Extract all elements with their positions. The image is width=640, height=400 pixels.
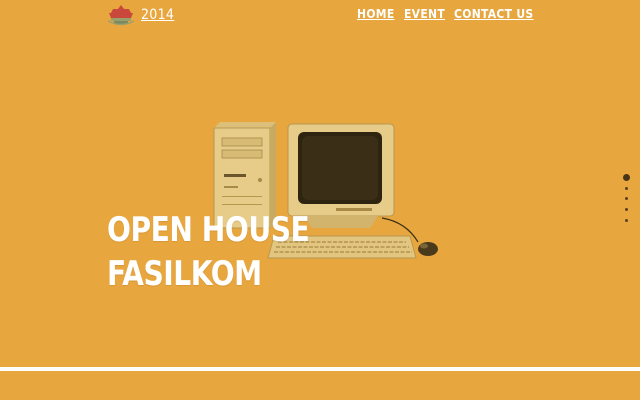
pager-dot-1[interactable]	[623, 174, 630, 181]
hero-title-line2: FASILKOM	[107, 254, 262, 294]
pager-dot-5[interactable]	[625, 219, 628, 222]
main-nav: HOME EVENT CONTACT US	[0, 7, 640, 27]
hero-title: OPEN HOUSE FASILKOM	[107, 208, 310, 296]
nav-event-link[interactable]: EVENT	[404, 7, 445, 21]
bottom-divider	[0, 367, 640, 371]
page: 2014 HOME EVENT CONTACT US OPEN HOUSE FA…	[0, 0, 640, 400]
pager-dot-3[interactable]	[625, 197, 628, 200]
pager-dot-4[interactable]	[625, 208, 628, 211]
pager-dot-2[interactable]	[625, 187, 628, 190]
nav-contact-link[interactable]: CONTACT US	[454, 7, 534, 21]
hero-title-line1: OPEN HOUSE	[107, 210, 310, 250]
nav-home-link[interactable]: HOME	[357, 7, 395, 21]
